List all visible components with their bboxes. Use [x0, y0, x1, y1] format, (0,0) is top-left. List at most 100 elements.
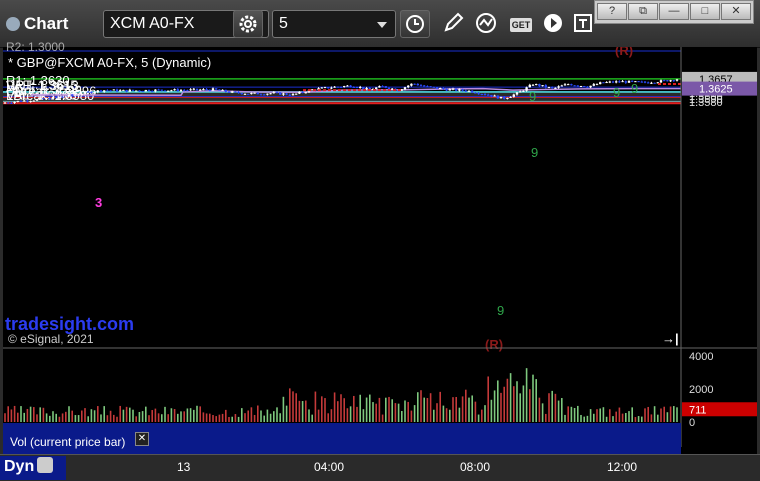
price-bar-body [272, 92, 275, 94]
price-bar-body [544, 85, 547, 88]
ma-price-label: 1.3625 [699, 84, 733, 96]
price-bar-body [103, 90, 106, 92]
restore-button[interactable]: ⧉ [628, 3, 658, 20]
play-button[interactable] [538, 10, 568, 38]
price-bar-body [176, 89, 179, 92]
price-bar-body [624, 81, 627, 83]
price-bar-body [128, 89, 131, 92]
price-bar-body [429, 86, 432, 88]
price-bar-body [487, 94, 490, 96]
volume-tick-label: 4000 [689, 351, 713, 363]
price-bar-body [663, 80, 666, 82]
price-chart[interactable]: R1: 1.3630UPT: 1.3615VAH: 1.3613Pivot: 1… [3, 43, 757, 454]
time-template-button[interactable] [400, 10, 430, 38]
price-bar-body [522, 90, 525, 92]
price-bar-body [362, 87, 365, 90]
price-bar-body [477, 93, 480, 95]
price-bar-body [3, 102, 7, 104]
price-bar-body [551, 87, 554, 89]
price-bar-body [419, 85, 423, 87]
price-bar-body [563, 84, 567, 86]
r-marker-top: (R) [615, 47, 633, 58]
price-bar-body [250, 93, 253, 95]
price-bar-body [23, 100, 26, 102]
price-bar-body [234, 91, 237, 93]
time-label-1200: 12:00 [607, 460, 638, 474]
dynamic-button[interactable]: Dyn [0, 456, 66, 480]
close-volume-pane-button[interactable]: ✕ [135, 432, 149, 446]
price-bar-body [458, 89, 461, 91]
price-bar-body [147, 89, 151, 92]
nine-count-marker: 9 [497, 303, 504, 318]
studies-button[interactable] [472, 10, 502, 38]
price-bar-body [573, 85, 576, 87]
app-title-label: Chart [24, 14, 69, 33]
price-bar-body [387, 87, 391, 90]
link-icon [37, 457, 54, 473]
price-bar-body [445, 88, 448, 91]
price-bar-body [416, 83, 419, 86]
price-bar-body [451, 88, 455, 90]
maximize-button[interactable]: □ [690, 3, 720, 20]
price-bar-body [163, 90, 167, 92]
symbol-value: XCM A0-FX [110, 15, 195, 32]
price-bar-body [122, 89, 125, 91]
minimize-button[interactable]: — [659, 3, 689, 20]
price-bar-body [291, 93, 295, 96]
r-marker-bottom: (R) [485, 337, 503, 352]
price-bar-body [407, 85, 410, 88]
pencil-icon [444, 12, 464, 32]
price-bar-body [237, 91, 240, 94]
price-bar-body [640, 81, 643, 83]
price-bar-body [243, 93, 247, 95]
scroll-to-end-icon[interactable]: →| [662, 331, 679, 346]
price-bar-body [333, 86, 336, 88]
price-bar-body [336, 86, 339, 88]
price-bar-body [589, 85, 592, 88]
price-bar-body [96, 90, 99, 93]
price-bar-body [173, 89, 176, 91]
help-button[interactable]: ? [597, 3, 627, 20]
price-bar-body [282, 93, 285, 95]
price-bar-body [39, 98, 42, 100]
price-bar-body [67, 94, 71, 97]
price-bar-body [621, 81, 624, 83]
price-bar-body [659, 80, 663, 83]
price-bar-body [509, 96, 512, 98]
symbol-settings-button[interactable] [233, 10, 263, 38]
three-count-marker: 3 [95, 195, 102, 210]
nine-count-marker: 9 [631, 81, 638, 96]
price-bar-body [519, 91, 522, 93]
price-bar-body [615, 81, 618, 83]
price-bar-body [227, 91, 231, 93]
price-bar-body [384, 86, 387, 88]
close-button[interactable]: ✕ [721, 3, 751, 20]
price-bar-body [211, 88, 215, 91]
price-bar-body [426, 86, 429, 88]
price-bar-body [512, 94, 515, 97]
price-bar-body [205, 89, 208, 91]
price-bar-body [112, 89, 115, 91]
price-bar-body [608, 81, 611, 83]
price-bar-body [288, 94, 291, 96]
draw-tool-button[interactable] [438, 10, 468, 38]
get-icon: GET [509, 18, 533, 32]
chart-area[interactable]: R1: 1.3630 UPT: 1.3615 VAH: 1.3613 Pivot: 1… [3, 43, 757, 454]
price-bar-body [218, 89, 221, 91]
time-label-13: 13 [177, 460, 191, 474]
price-bar-body [83, 91, 87, 94]
price-bar-body [483, 94, 487, 96]
nine-count-marker: 9 [613, 85, 620, 100]
price-bar-body [439, 88, 442, 90]
app-title: Chart [6, 14, 68, 34]
price-bar-body [90, 91, 93, 94]
price-bar-body [45, 98, 48, 100]
price-bar-body [51, 97, 55, 100]
interval-selector[interactable]: 5 [272, 10, 396, 38]
price-bar-body [538, 84, 541, 87]
price-bar-body [71, 94, 74, 96]
price-bar-body [304, 92, 307, 94]
price-bar-body [87, 91, 90, 93]
get-data-button[interactable]: GET [506, 10, 536, 38]
price-bar-body [669, 80, 672, 82]
